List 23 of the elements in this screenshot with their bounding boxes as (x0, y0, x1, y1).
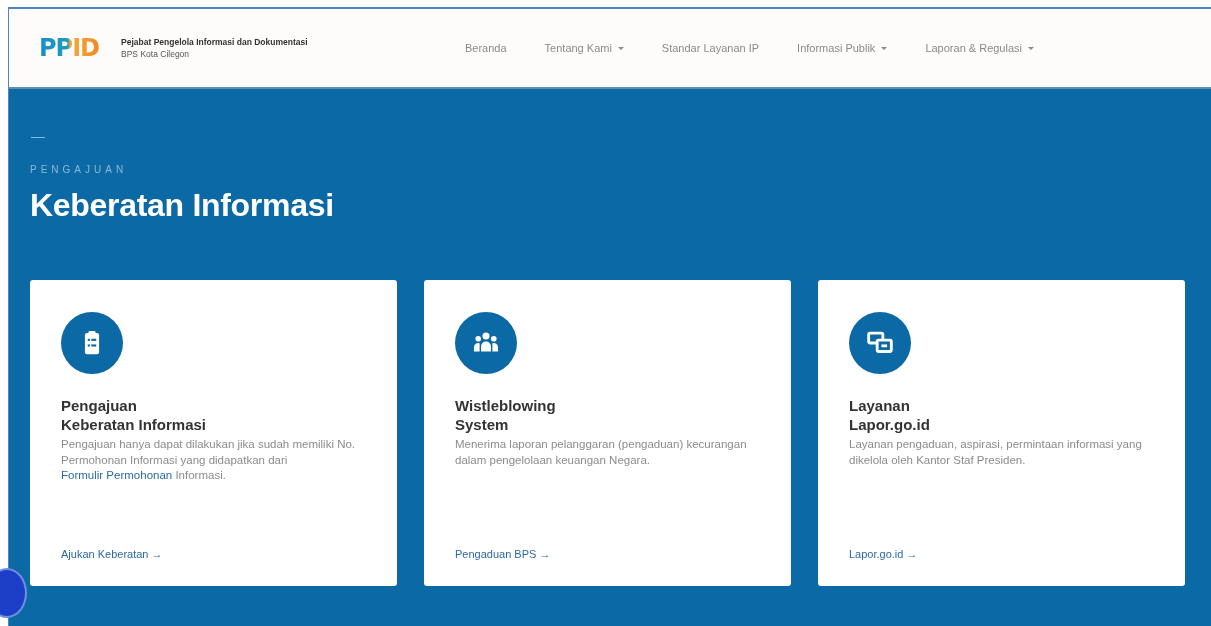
caret-icon (881, 46, 888, 50)
nav-link[interactable]: Standar Layanan IP (661, 42, 760, 54)
card-title: Pengajuan Keberatan Informasi (61, 396, 208, 434)
card-action-link[interactable]: Lapor.go.id → (849, 548, 918, 560)
card-title: Layanan Lapor.go.id (849, 396, 931, 434)
page-title: Keberatan Informasi (30, 187, 335, 224)
card-description: Menerima laporan pelanggaran (pengaduan) kecurangan dalam pengelolaan keuangan Negara. (455, 437, 748, 468)
organization-name: Pejabat Pengelola Informasi dan Dokumentasi (121, 37, 308, 47)
nav-link[interactable]: Beranda (465, 42, 507, 54)
caret-icon (1028, 46, 1034, 50)
caret-icon (617, 46, 624, 50)
card-action-link[interactable]: Pengaduan BPS → (455, 548, 551, 560)
accent-line (31, 137, 45, 138)
organization-subtitle: BPS Kota Cilegon (121, 49, 191, 59)
section-eyebrow: PENGAJUAN (30, 164, 129, 175)
card-action-link[interactable]: Ajukan Keberatan → (61, 548, 163, 560)
card-description: Pengajuan hanya dapat dilakukan jika sudah memiliki No. Permohonan Informasi yang didapatkan dari Formulir Permohonan Informasi. (61, 437, 357, 483)
nav-link[interactable]: Laporan & Regulasi (925, 42, 1034, 54)
card-description: Layanan pengaduan, aspirasi, permintaan informasi yang dikelola oleh Kantor Staf Presiden. (849, 437, 1143, 468)
nav-link[interactable]: Tentang Kami (544, 42, 624, 54)
card-title: Wistleblowing System (455, 396, 557, 434)
form-link[interactable]: Formulir Permohonan (61, 469, 173, 481)
nav-link[interactable]: Informasi Publik (797, 42, 888, 54)
